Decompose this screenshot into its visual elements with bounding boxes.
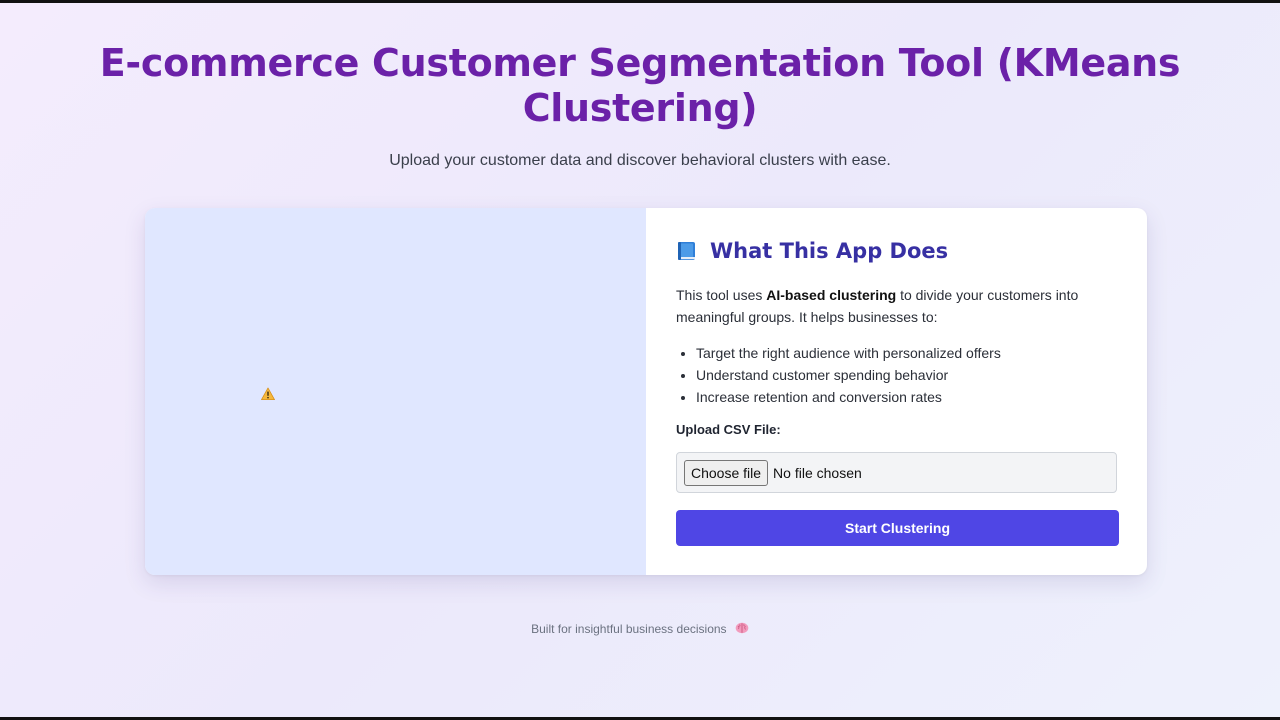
list-item: Increase retention and conversion rates — [696, 386, 1001, 408]
footer: Built for insightful business decisions — [0, 622, 1280, 636]
intro-bold-text: AI-based clustering — [766, 287, 897, 303]
page-title: E-commerce Customer Segmentation Tool (K… — [99, 41, 1181, 130]
illustration-panel — [145, 208, 646, 575]
list-item: Target the right audience with personali… — [696, 342, 1001, 364]
page-subtitle: Upload your customer data and discover b… — [389, 152, 891, 169]
brain-icon — [735, 622, 749, 634]
main-card: What This App Does This tool uses AI-bas… — [145, 208, 1147, 575]
section-heading-text: What This App Does — [710, 239, 949, 263]
page: E-commerce Customer Segmentation Tool (K… — [0, 3, 1280, 717]
footer-text: Built for insightful business decisions — [531, 622, 727, 636]
warning-icon — [261, 387, 275, 401]
intro-text: This tool uses AI-based clustering to di… — [676, 284, 1116, 328]
feature-list: Target the right audience with personali… — [676, 342, 1001, 408]
file-input[interactable]: Choose file No file chosen — [676, 452, 1117, 493]
list-item: Understand customer spending behavior — [696, 364, 1001, 386]
section-heading: What This App Does — [676, 239, 948, 263]
file-status: No file chosen — [773, 464, 862, 481]
start-clustering-button[interactable]: Start Clustering — [676, 510, 1119, 546]
upload-label: Upload CSV File: — [676, 422, 781, 437]
intro-text-part: This tool uses — [676, 287, 767, 303]
choose-file-button[interactable]: Choose file — [684, 459, 769, 486]
book-icon — [678, 242, 695, 260]
info-panel: What This App Does This tool uses AI-bas… — [646, 208, 1147, 575]
